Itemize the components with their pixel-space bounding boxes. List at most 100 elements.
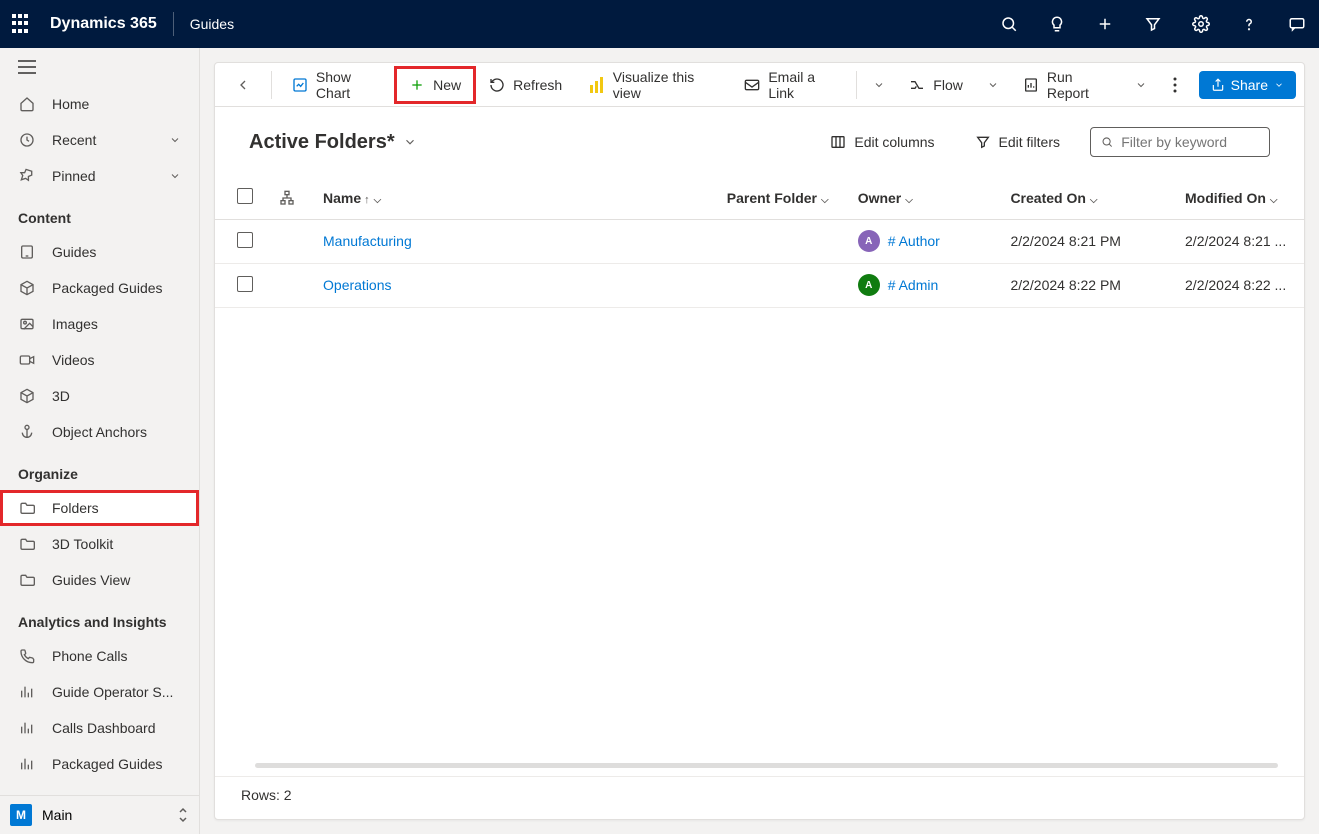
home-icon — [18, 95, 36, 113]
sidebar-item-packaged-guides[interactable]: Packaged Guides — [0, 746, 199, 782]
chevron-down-icon — [1274, 80, 1284, 90]
image-icon — [18, 315, 36, 333]
site-switcher[interactable]: M Main — [0, 795, 199, 834]
chart-icon — [18, 683, 36, 701]
col-modified-header[interactable]: Modified On⌵ — [1173, 177, 1304, 219]
phone-icon — [18, 647, 36, 665]
edit-filters-button[interactable]: Edit filters — [965, 128, 1070, 156]
email-chevron[interactable] — [865, 73, 893, 97]
gear-icon[interactable] — [1191, 14, 1211, 34]
owner-link[interactable]: # Admin — [888, 277, 939, 293]
owner-link[interactable]: # Author — [888, 233, 940, 249]
tablet-icon — [18, 243, 36, 261]
sidebar-item-videos[interactable]: Videos — [0, 342, 199, 378]
sidebar-item-label: 3D — [52, 388, 70, 404]
help-icon[interactable] — [1239, 14, 1259, 34]
sidebar-item-images[interactable]: Images — [0, 306, 199, 342]
sidebar-item-label: Recent — [52, 132, 96, 148]
sidebar-item-3d-toolkit[interactable]: 3D Toolkit — [0, 526, 199, 562]
parent-folder-cell — [715, 219, 846, 263]
sidebar-item-pinned[interactable]: Pinned — [0, 158, 199, 194]
folder-icon — [18, 535, 36, 553]
hamburger-icon[interactable] — [18, 60, 181, 74]
sidebar-item-folders[interactable]: Folders — [0, 490, 199, 526]
share-icon — [1211, 78, 1225, 92]
table-footer: Rows: 2 — [215, 776, 1304, 819]
folder-name-link[interactable]: Operations — [323, 277, 391, 293]
search-icon — [1101, 135, 1113, 149]
sidebar-item-home[interactable]: Home — [0, 86, 199, 122]
plus-icon — [409, 77, 425, 93]
anchor-icon — [18, 423, 36, 441]
sidebar-item-object-anchors[interactable]: Object Anchors — [0, 414, 199, 450]
flow-chevron[interactable] — [979, 73, 1007, 97]
box-icon — [18, 279, 36, 297]
sidebar-item-label: 3D Toolkit — [52, 536, 113, 552]
sidebar-item-guides-view[interactable]: Guides View — [0, 562, 199, 598]
folder-name-link[interactable]: Manufacturing — [323, 233, 412, 249]
sidebar-item-calls-dashboard[interactable]: Calls Dashboard — [0, 710, 199, 746]
show-chart-button[interactable]: Show Chart — [280, 69, 393, 101]
table-row[interactable]: ManufacturingA# Author2/2/2024 8:21 PM2/… — [215, 219, 1304, 263]
refresh-button[interactable]: Refresh — [477, 69, 574, 101]
chart-icon — [18, 755, 36, 773]
filter-icon[interactable] — [1143, 14, 1163, 34]
add-icon[interactable] — [1095, 14, 1115, 34]
sidebar-item-label: Packaged Guides — [52, 280, 163, 296]
view-title-selector[interactable]: Active Folders* — [249, 131, 417, 154]
flow-icon — [909, 77, 925, 93]
sidebar-section-header: Analytics and Insights — [0, 598, 199, 638]
sidebar-item-3d[interactable]: 3D — [0, 378, 199, 414]
visualize-button[interactable]: Visualize this view — [578, 69, 728, 101]
sidebar-item-label: Guides — [52, 244, 96, 260]
clock-icon — [18, 131, 36, 149]
back-button[interactable] — [223, 69, 263, 101]
report-chevron[interactable] — [1127, 73, 1155, 97]
divider — [173, 12, 174, 36]
filter-keyword-input[interactable] — [1121, 134, 1259, 150]
lightbulb-icon[interactable] — [1047, 14, 1067, 34]
row-checkbox[interactable] — [237, 276, 253, 292]
folder-icon — [18, 571, 36, 589]
edit-columns-button[interactable]: Edit columns — [820, 128, 944, 156]
row-checkbox[interactable] — [237, 232, 253, 248]
global-header: Dynamics 365 Guides — [0, 0, 1319, 48]
sidebar-item-label: Images — [52, 316, 98, 332]
view-header: Active Folders* Edit columns Edit filter… — [215, 107, 1304, 177]
app-sub-name: Guides — [190, 16, 234, 32]
share-button[interactable]: Share — [1199, 71, 1296, 99]
site-badge: M — [10, 804, 32, 826]
more-commands-button[interactable] — [1163, 71, 1187, 99]
app-name: Dynamics 365 — [50, 15, 157, 33]
sidebar-item-label: Packaged Guides — [52, 756, 163, 772]
refresh-icon — [489, 77, 505, 93]
sidebar-item-label: Home — [52, 96, 89, 112]
email-link-button[interactable]: Email a Link — [732, 69, 848, 101]
email-icon — [744, 77, 760, 93]
sidebar-item-guide-operator-s-[interactable]: Guide Operator S... — [0, 674, 199, 710]
flow-button[interactable]: Flow — [897, 69, 975, 101]
sidebar-item-recent[interactable]: Recent — [0, 122, 199, 158]
search-icon[interactable] — [999, 14, 1019, 34]
sidebar-item-label: Videos — [52, 352, 95, 368]
sidebar-item-phone-calls[interactable]: Phone Calls — [0, 638, 199, 674]
sidebar-item-guides[interactable]: Guides — [0, 234, 199, 270]
horizontal-scrollbar[interactable] — [255, 763, 1278, 768]
sidebar-section-header: Content — [0, 194, 199, 234]
run-report-button[interactable]: Run Report — [1011, 69, 1123, 101]
col-owner-header[interactable]: Owner⌵ — [846, 177, 999, 219]
col-parent-header[interactable]: Parent Folder⌵ — [715, 177, 846, 219]
app-launcher-icon[interactable] — [12, 14, 32, 34]
select-all-checkbox[interactable] — [237, 188, 253, 204]
filter-keyword-box[interactable] — [1090, 127, 1270, 157]
sidebar-item-label: Phone Calls — [52, 648, 128, 664]
chart-icon — [292, 77, 308, 93]
col-name-header[interactable]: Name↑⌵ — [311, 177, 715, 219]
content-panel: Show Chart New Refresh Visualize this vi… — [214, 62, 1305, 820]
sidebar-item-packaged-guides[interactable]: Packaged Guides — [0, 270, 199, 306]
avatar: A — [858, 274, 880, 296]
col-created-header[interactable]: Created On⌵ — [998, 177, 1173, 219]
table-row[interactable]: OperationsA# Admin2/2/2024 8:22 PM2/2/20… — [215, 263, 1304, 307]
chat-icon[interactable] — [1287, 14, 1307, 34]
new-button[interactable]: New — [397, 69, 473, 101]
